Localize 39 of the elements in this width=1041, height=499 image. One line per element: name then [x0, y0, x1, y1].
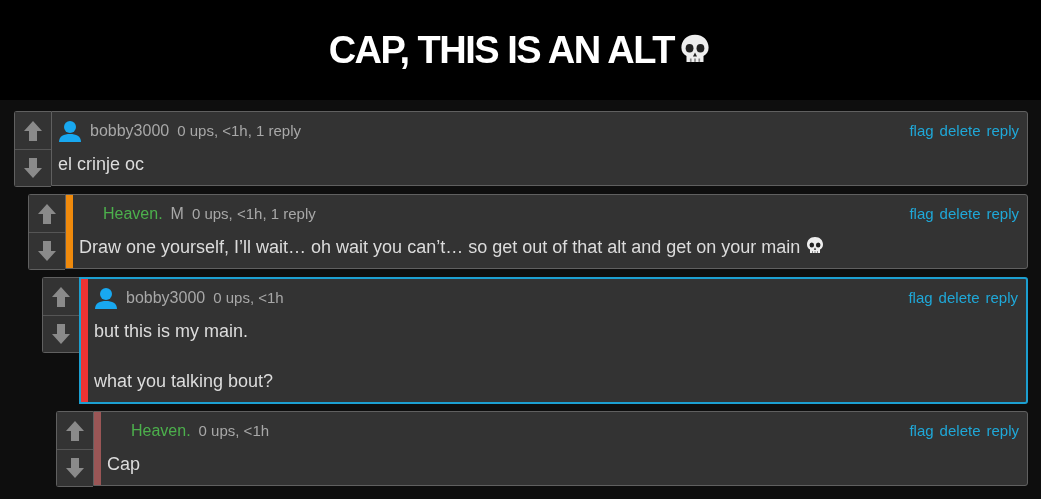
author-link[interactable]: bobby3000 — [90, 121, 170, 140]
action-link[interactable]: reply — [986, 122, 1019, 139]
comment-text: Draw one yourself, I’ll wait… oh wait you can’t… so get out of that alt and get on your main — [79, 232, 1019, 262]
action-link[interactable]: flag — [908, 289, 933, 306]
author-link[interactable]: Heaven. — [103, 204, 163, 223]
comment-text: Cap — [107, 453, 142, 476]
user-label: M — [170, 204, 184, 223]
action-link[interactable]: delete — [939, 122, 981, 139]
comment-meta: 0 ups, <1h — [213, 289, 284, 306]
action-link[interactable]: delete — [939, 422, 981, 439]
up-arrow-icon — [37, 202, 57, 225]
up-arrow-icon — [51, 285, 71, 308]
action-link[interactable]: reply — [986, 422, 1019, 439]
action-link[interactable]: flag — [909, 205, 934, 222]
action-link[interactable]: flag — [909, 122, 934, 139]
down-arrow-icon — [37, 240, 57, 262]
down-arrow-icon — [65, 457, 85, 479]
action-link[interactable]: reply — [985, 289, 1018, 306]
comment-meta: 0 ups, <1h — [198, 422, 270, 439]
comment-meta: 0 ups, <1h, 1 reply — [177, 122, 302, 139]
author-link[interactable]: Heaven. — [131, 421, 191, 440]
author-link[interactable]: bobby3000 — [126, 288, 206, 307]
up-arrow-icon — [23, 119, 43, 142]
downvote-button[interactable] — [15, 149, 51, 186]
downvote-button[interactable] — [43, 315, 79, 352]
comment-text: what you talking bout? — [94, 370, 275, 393]
down-arrow-icon — [23, 157, 43, 179]
comment-text: el crinje oc — [58, 153, 146, 176]
action-link[interactable]: delete — [938, 289, 980, 306]
comment-meta: 0 ups, <1h, 1 reply — [191, 205, 316, 222]
downvote-button[interactable] — [57, 449, 93, 486]
action-link[interactable]: flag — [909, 422, 934, 439]
caption-text: CAP, THIS IS AN ALT — [328, 28, 674, 72]
downvote-button[interactable] — [29, 232, 65, 269]
comment-text: but this is my main. — [94, 320, 250, 343]
up-arrow-icon — [65, 419, 85, 442]
down-arrow-icon — [51, 323, 71, 345]
action-link[interactable]: delete — [939, 205, 981, 222]
action-link[interactable]: reply — [986, 205, 1019, 222]
